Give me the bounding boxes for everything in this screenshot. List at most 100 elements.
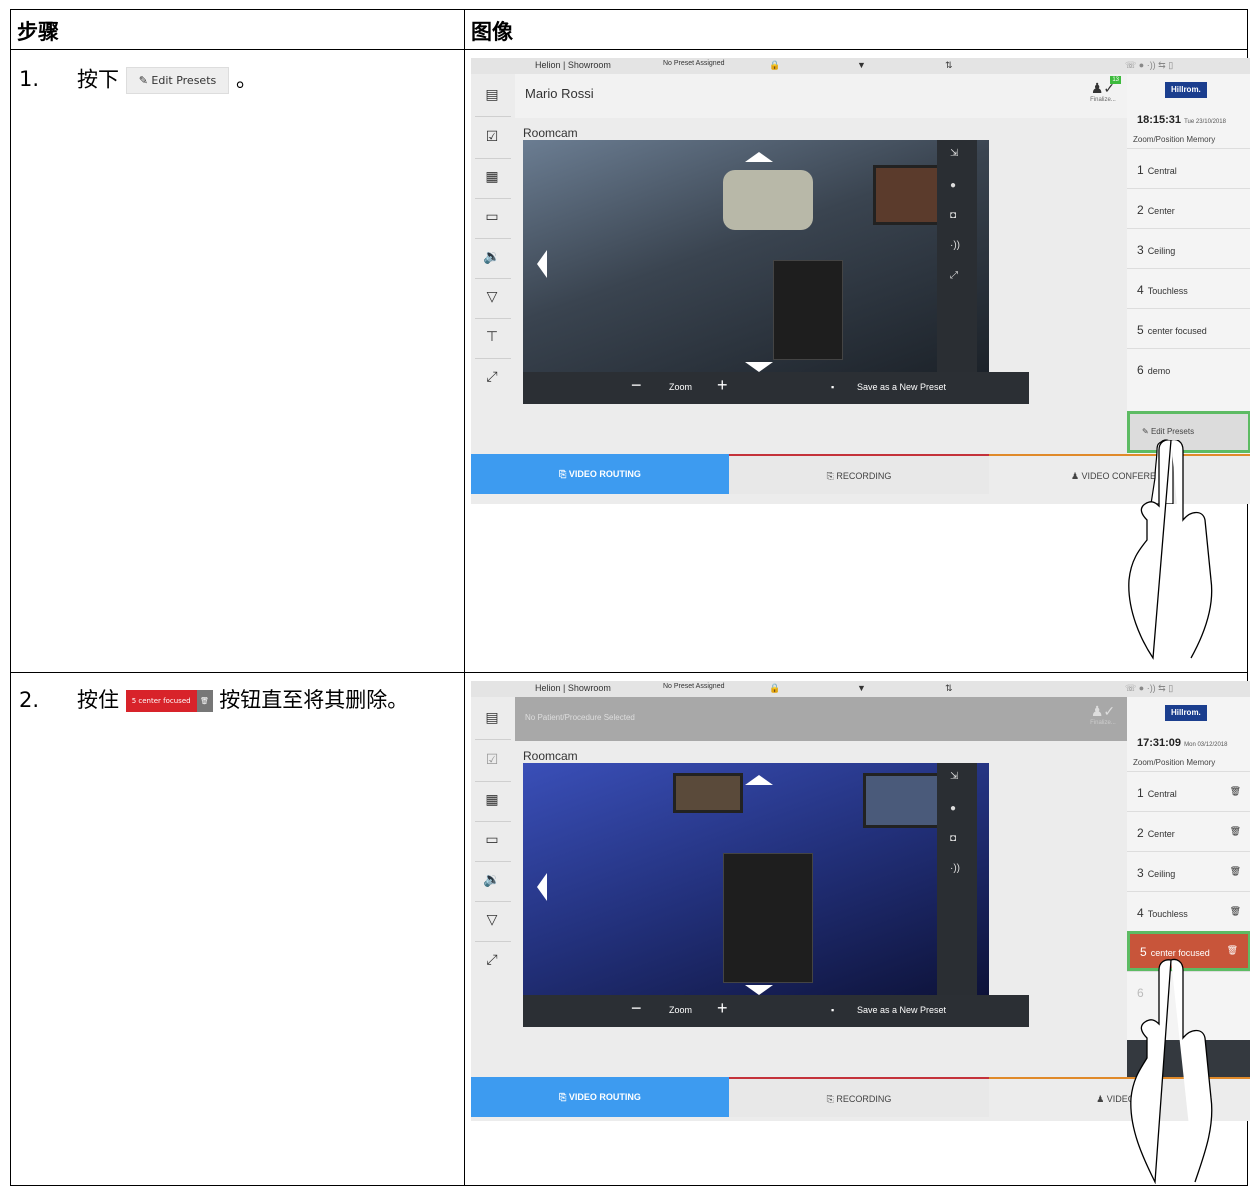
trash-icon[interactable]: 🗑	[1230, 826, 1241, 837]
preset-item-1[interactable]: 1 Central 🗑	[1127, 771, 1250, 811]
zoom-bar: − Zoom + ▪ Save as a New Preset	[523, 372, 1029, 404]
surgical-light-icon[interactable]: ▽	[481, 288, 503, 308]
preset-item-3[interactable]: 3 Ceiling 🗑	[1127, 851, 1250, 891]
stream-icon[interactable]: ·))	[950, 240, 960, 251]
preset-item-2[interactable]: 2 Center 🗑	[1127, 811, 1250, 851]
preset-item-2[interactable]: 2 Center	[1127, 188, 1250, 228]
or-table-icon[interactable]: ⊤	[481, 328, 503, 348]
display-icon[interactable]: ▭	[481, 831, 503, 851]
transfer-icon[interactable]: ⇅	[945, 683, 953, 694]
chevron-down-icon[interactable]: ▼	[857, 683, 866, 693]
step-2-text-before: 按住	[77, 688, 119, 712]
speaker-icon[interactable]: 🔉	[481, 248, 503, 268]
patient-name: Mario Rossi	[525, 86, 594, 101]
display-icon[interactable]: ▭	[481, 208, 503, 228]
hillrom-logo: Hillrom.	[1165, 82, 1207, 98]
preset-item-4[interactable]: 4 Touchless	[1127, 268, 1250, 308]
camera-video-feed[interactable]	[523, 140, 989, 372]
patient-card-icon[interactable]: ▤	[481, 86, 503, 106]
step-1-hand-icon	[1128, 440, 1213, 660]
tab-video-routing[interactable]: ⎘ VIDEO ROUTING	[471, 454, 729, 494]
tab-recording[interactable]: ⎘ RECORDING	[729, 1077, 989, 1117]
finalize-button[interactable]: ♟✓ 13 Finalize...	[1085, 76, 1121, 116]
surgical-light-image	[723, 170, 813, 230]
preset-item-3[interactable]: 3 Ceiling	[1127, 228, 1250, 268]
patient-bar[interactable]: Mario Rossi ♟✓ 13 Finalize...	[515, 74, 1127, 118]
preset-item-5[interactable]: 5 center focused	[1127, 308, 1250, 348]
room-label: Roomcam	[523, 126, 578, 140]
save-preset-button[interactable]: Save as a New Preset	[857, 382, 946, 392]
lock-icon[interactable]: 🔒	[769, 683, 780, 694]
screenshot-1: Helion | Showroom No Preset Assigned 🔒 ▼…	[471, 58, 1250, 504]
expand-icon[interactable]: ⤢	[481, 951, 503, 971]
zoom-out-button[interactable]: −	[631, 998, 642, 1019]
preset-item-1[interactable]: 1 Central	[1127, 148, 1250, 188]
left-nav-rail: ▤ ☑ ▦ ▭ 🔉 ▽ ⊤ ⤢	[471, 74, 515, 454]
camera-video-feed[interactable]	[523, 763, 989, 995]
clock: 18:15:31 Tue 23/10/2018	[1137, 114, 1226, 126]
trash-icon[interactable]: 🗑	[1230, 906, 1241, 917]
expand-icon[interactable]: ⤢	[481, 368, 503, 388]
header-image: 图像	[471, 20, 513, 44]
step-2-text: 按住 5 center focused 🗑 按钮直至将其删除。	[77, 688, 437, 713]
snapshot-corner-icon[interactable]: ⇲	[950, 771, 958, 782]
transfer-icon[interactable]: ⇅	[945, 60, 953, 71]
zoom-out-button[interactable]: −	[631, 375, 642, 396]
trash-icon[interactable]: 🗑	[1230, 786, 1241, 797]
panel-title: Zoom/Position Memory	[1133, 758, 1216, 767]
stream-icon[interactable]: ·))	[950, 863, 960, 874]
chevron-down-icon[interactable]: ▼	[857, 60, 866, 70]
save-icon[interactable]: ▪	[831, 382, 834, 392]
header-divider	[11, 49, 1247, 50]
patient-name: No Patient/Procedure Selected	[525, 713, 635, 722]
checklist-icon[interactable]: ☑	[481, 128, 503, 148]
camera-icon[interactable]: ◘	[950, 833, 956, 844]
zoom-in-button[interactable]: +	[717, 998, 728, 1019]
patient-card-icon[interactable]: ▤	[481, 709, 503, 729]
layers-icon[interactable]: ▦	[481, 168, 503, 188]
lock-icon[interactable]: 🔒	[769, 60, 780, 71]
left-nav-rail: ▤ ☑ ▦ ▭ 🔉 ▽ ⤢	[471, 697, 515, 1077]
top-status-bar: Helion | Showroom No Preset Assigned 🔒 ▼…	[471, 58, 1250, 74]
hillrom-logo: Hillrom.	[1165, 705, 1207, 721]
surgical-light-icon[interactable]: ▽	[481, 911, 503, 931]
preset-status: No Preset Assigned	[663, 683, 725, 690]
inline-preset-5-button: 5 center focused 🗑	[125, 690, 213, 712]
monitor-image	[673, 773, 743, 813]
step-1-number: 1.	[19, 67, 40, 91]
pan-left-arrow[interactable]	[537, 873, 547, 901]
or-table-image	[773, 260, 843, 360]
patient-bar[interactable]: No Patient/Procedure Selected ♟✓ Finaliz…	[515, 697, 1127, 741]
camera-icon[interactable]: ◘	[950, 210, 956, 221]
speaker-icon[interactable]: 🔉	[481, 871, 503, 891]
procedure-table: 步骤 图像 1. 按下 ✎ Edit Presets 。 2. 按住 5 cen…	[10, 9, 1250, 1186]
snapshot-corner-icon[interactable]: ⇲	[950, 148, 958, 159]
preset-panel: Hillrom. 18:15:31 Tue 23/10/2018 Zoom/Po…	[1127, 74, 1250, 454]
time-value: 18:15:31	[1137, 114, 1182, 126]
trash-icon[interactable]: 🗑	[1230, 866, 1241, 877]
checklist-icon[interactable]: ☑	[481, 751, 503, 771]
tab-recording[interactable]: ⎘ RECORDING	[729, 454, 989, 494]
save-icon[interactable]: ▪	[831, 1005, 834, 1015]
notification-badge: 13	[1110, 76, 1121, 84]
record-dot-icon[interactable]: ●	[950, 180, 956, 191]
tab-video-routing[interactable]: ⎘ VIDEO ROUTING	[471, 1077, 729, 1117]
finalize-button[interactable]: ♟✓ Finalize...	[1085, 703, 1121, 739]
preset-item-4[interactable]: 4 Touchless 🗑	[1127, 891, 1250, 931]
record-dot-icon[interactable]: ●	[950, 803, 956, 814]
layers-icon[interactable]: ▦	[481, 791, 503, 811]
inline-preset-number: 5	[131, 696, 137, 705]
pan-down-arrow[interactable]	[745, 362, 773, 372]
fullscreen-icon[interactable]: ⤢	[950, 270, 958, 281]
pan-down-arrow[interactable]	[745, 985, 773, 995]
pan-up-arrow[interactable]	[745, 775, 773, 785]
pan-left-arrow[interactable]	[537, 250, 547, 278]
location-label: Helion | Showroom	[535, 683, 611, 693]
save-preset-button[interactable]: Save as a New Preset	[857, 1005, 946, 1015]
pan-up-arrow[interactable]	[745, 152, 773, 162]
panel-title: Zoom/Position Memory	[1133, 135, 1216, 144]
zoom-in-button[interactable]: +	[717, 375, 728, 396]
trash-icon[interactable]: 🗑	[1227, 945, 1238, 956]
step-1-text-before: 按下	[77, 67, 119, 92]
preset-item-6[interactable]: 6 demo	[1127, 348, 1250, 388]
